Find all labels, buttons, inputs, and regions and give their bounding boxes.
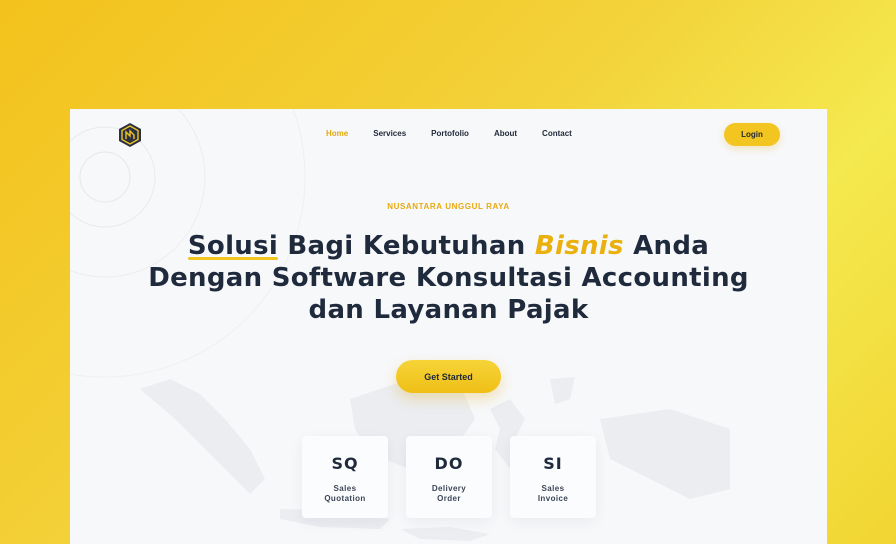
login-button[interactable]: Login (724, 123, 780, 146)
headline-line3: dan Layanan Pajak (308, 295, 589, 325)
nav-home[interactable]: Home (326, 129, 348, 139)
card-label-line2: Quotation (324, 494, 366, 503)
card-label-line1: Delivery (431, 484, 467, 493)
get-started-button[interactable]: Get Started (396, 360, 501, 393)
main-navigation: Home Services Portofolio About Contact (326, 129, 597, 139)
card-abbr: SI (543, 454, 563, 473)
card-label: Delivery Order (406, 484, 492, 504)
hexagon-logo-icon[interactable] (118, 122, 142, 148)
card-label-line2: Order (437, 494, 461, 503)
card-label-line2: Invoice (537, 494, 569, 503)
card-label-line1: Sales (541, 484, 565, 493)
feature-card-sq[interactable]: SQ Sales Quotation (302, 436, 388, 518)
card-abbr: DO (434, 454, 464, 473)
nav-contact[interactable]: Contact (542, 129, 572, 139)
feature-card-si[interactable]: SI Sales Invoice (510, 436, 596, 518)
landing-page: Home Services Portofolio About Contact L… (70, 109, 827, 544)
card-label: Sales Quotation (302, 484, 388, 504)
feature-card-do[interactable]: DO Delivery Order (406, 436, 492, 518)
headline-underlined-word: Solusi (187, 231, 279, 261)
hero-headline: Solusi Bagi Kebutuhan Bisnis Anda Dengan… (70, 230, 827, 326)
card-label: Sales Invoice (510, 484, 596, 504)
card-abbr: SQ (331, 454, 359, 473)
headline-accent-word: Bisnis (534, 231, 624, 261)
nav-about[interactable]: About (494, 129, 517, 139)
headline-part2: Anda (623, 231, 710, 261)
hero-eyebrow: NUSANTARA UNGGUL RAYA (387, 202, 510, 211)
headline-part1: Bagi Kebutuhan (278, 231, 535, 261)
headline-line2: Dengan Software Konsultasi Accounting (148, 263, 749, 293)
card-label-line1: Sales (333, 484, 357, 493)
nav-portofolio[interactable]: Portofolio (431, 129, 469, 139)
nav-services[interactable]: Services (373, 129, 406, 139)
